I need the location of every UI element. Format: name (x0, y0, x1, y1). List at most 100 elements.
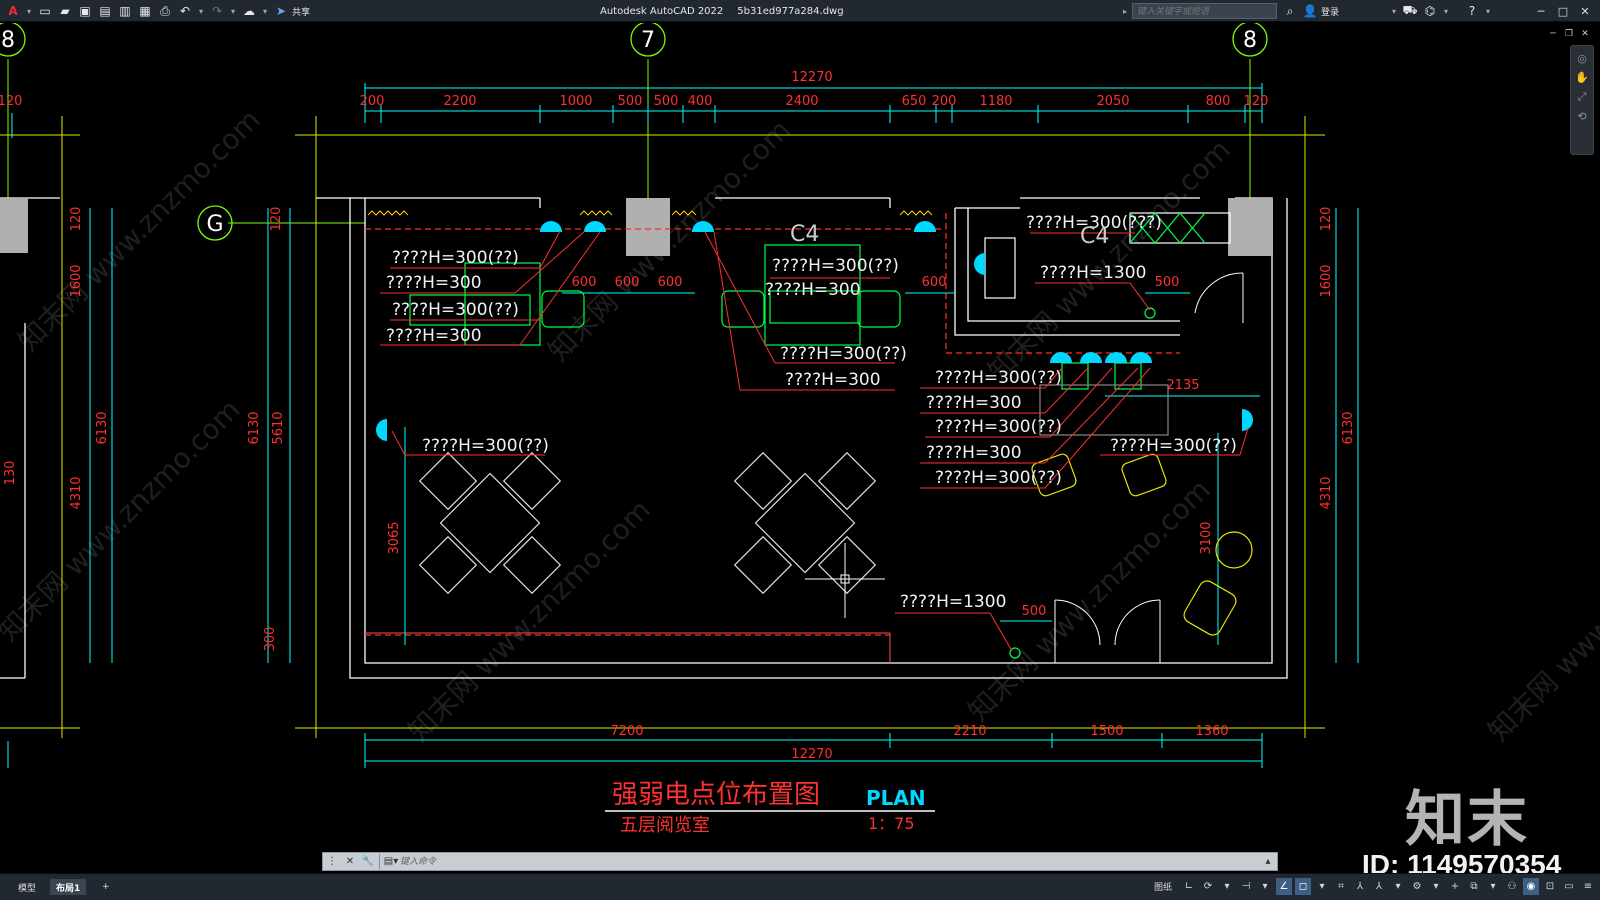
dimension-text: 6130 (95, 411, 110, 444)
selection-cycling-icon[interactable]: ⌗ (1333, 878, 1349, 895)
annotation-chevron-icon[interactable]: ▾ (1390, 878, 1406, 895)
a360-chevron-icon[interactable]: ▾ (1441, 3, 1451, 19)
maximize-icon[interactable]: □ (1552, 0, 1574, 22)
autodesk-a360-icon[interactable]: ⌬ (1421, 3, 1439, 19)
annotation-label: ????H=300(??) (422, 436, 549, 456)
add-layout-button[interactable]: + (96, 879, 116, 895)
help-chevron-icon[interactable]: ▾ (1483, 3, 1493, 19)
workspace-gear-icon[interactable]: ⚙ (1409, 878, 1425, 895)
annotation-label: ????H=300(??) (780, 344, 907, 364)
close-command-icon[interactable]: ✕ (341, 853, 359, 870)
dimension-text: 2050 (1096, 94, 1129, 109)
status-toggles: 图纸 ∟ ⟳ ▾ ⊣ ▾ ∠ ◻ ▾ ⌗ ⅄ ⅄ ▾ ⚙ ▾ + ⧉ ▾ ⚇ ◉… (1154, 878, 1596, 895)
plot-preview-icon[interactable]: ▦ (136, 3, 154, 19)
cart-icon[interactable]: ⛟ (1401, 3, 1419, 19)
customization-menu-icon[interactable]: ≡ (1580, 878, 1596, 895)
annotation-label: ????H=300(??) (1110, 436, 1237, 456)
steering-wheel-icon[interactable]: ◎ (1577, 52, 1587, 65)
watermark-text: 知末网 www.znzmo.com (402, 493, 657, 748)
annotation-label: ????H=300(??) (935, 417, 1062, 437)
hardware-acceleration-icon[interactable]: ◉ (1523, 878, 1539, 895)
grid-label: 7 (641, 28, 655, 53)
zoom-extents-icon[interactable]: ⤢ (1578, 90, 1587, 104)
annotation-label: ????H=300 (386, 273, 482, 293)
customize-chevron-icon[interactable]: ▾ (260, 3, 270, 19)
dimension-text: 200 (360, 94, 385, 109)
clean-screen-icon[interactable]: ▭ (1561, 878, 1577, 895)
navigation-bar: ◎ ✋ ⤢ ⟲ (1570, 45, 1594, 155)
dimension-text: 500 (654, 94, 679, 109)
search-input[interactable] (1132, 3, 1277, 19)
ortho-icon[interactable]: ⟳ (1200, 878, 1216, 895)
graphics-chevron-icon[interactable]: ▾ (1485, 878, 1501, 895)
dimension-text: 1180 (979, 94, 1012, 109)
orbit-icon[interactable]: ⟲ (1577, 110, 1586, 123)
expand-history-icon[interactable]: ▴ (1259, 853, 1277, 870)
dimension-text: 1500 (1090, 724, 1123, 739)
user-icon[interactable]: 👤 (1301, 3, 1319, 19)
snap-mode-icon[interactable]: ∟ (1181, 878, 1197, 895)
floor-plan-drawing[interactable]: 知末网 www.znzmo.com 知末网 www.znzmo.com 知末网 … (0, 23, 1600, 873)
viewport-minimize-icon[interactable]: ─ (1546, 27, 1560, 41)
pan-hand-icon[interactable]: ✋ (1575, 71, 1589, 84)
redo-chevron-icon[interactable]: ▾ (228, 3, 238, 19)
polar-tracking-icon[interactable]: ⊣ (1238, 878, 1254, 895)
dimension-text: 300 (263, 627, 278, 652)
object-snap-icon[interactable]: ◻ (1295, 878, 1311, 895)
annotation-label: ????H=300(??) (392, 300, 519, 320)
close-icon[interactable]: ✕ (1574, 0, 1596, 22)
help-icon[interactable]: ? (1463, 3, 1481, 19)
tab-model[interactable]: 模型 (12, 879, 42, 895)
autocad-app-icon[interactable]: A (4, 3, 22, 19)
quick-properties-icon[interactable]: ⊡ (1542, 878, 1558, 895)
dimension-text: 1600 (1319, 264, 1334, 297)
annotation-visibility-icon[interactable]: ⅄ (1352, 878, 1368, 895)
command-input[interactable] (400, 854, 1259, 869)
dimension-text: 2400 (785, 94, 818, 109)
recent-commands-icon[interactable]: ▤▾ (382, 853, 400, 870)
tab-layout1[interactable]: 布局1 (50, 879, 87, 895)
search-expand-icon[interactable]: ▸ (1120, 3, 1130, 19)
osnap-chevron-icon[interactable]: ▾ (1314, 878, 1330, 895)
drawing-title-cn: 强弱电点位布置图 (612, 780, 820, 810)
drawing-canvas[interactable]: 知末网 www.znzmo.com 知末网 www.znzmo.com 知末网 … (0, 23, 1600, 880)
dimension-text: 650 (902, 94, 927, 109)
isodraft-icon[interactable]: ∠ (1276, 878, 1292, 895)
dimension-text: 4310 (1319, 476, 1334, 509)
workspace-icon[interactable]: ☁ (240, 3, 258, 19)
workspace-chevron-icon[interactable]: ▾ (1428, 878, 1444, 895)
dimension-text: 600 (922, 275, 947, 290)
app-menu-chevron-icon[interactable]: ▾ (24, 3, 34, 19)
paper-space-label[interactable]: 图纸 (1154, 880, 1172, 893)
grid-label: 8 (1243, 28, 1257, 53)
undo-chevron-icon[interactable]: ▾ (196, 3, 206, 19)
graphics-performance-icon[interactable]: ⧉ (1466, 878, 1482, 895)
redo-icon[interactable]: ↷ (208, 3, 226, 19)
viewport-restore-icon[interactable]: ❐ (1562, 27, 1576, 41)
share-icon[interactable]: ➤ (272, 3, 290, 19)
dimension-text: 1000 (559, 94, 592, 109)
grip-handle-icon[interactable]: ⋮ (323, 853, 341, 870)
new-file-icon[interactable]: ▭ (36, 3, 54, 19)
undo-icon[interactable]: ↶ (176, 3, 194, 19)
annotation-label: ????H=300 (765, 280, 861, 300)
publish-icon[interactable]: ▥ (116, 3, 134, 19)
save-icon[interactable]: ▣ (76, 3, 94, 19)
annotation-scale-icon[interactable]: ⅄ (1371, 878, 1387, 895)
login-label[interactable]: 登录 (1321, 5, 1339, 18)
isolate-objects-icon[interactable]: ⚇ (1504, 878, 1520, 895)
minimize-icon[interactable]: ─ (1530, 0, 1552, 22)
search-icon[interactable]: ⌕ (1281, 3, 1299, 19)
polar-chevron-icon[interactable]: ▾ (1257, 878, 1273, 895)
annotation-label: ????H=300 (926, 393, 1022, 413)
customize-wrench-icon[interactable]: 🔧 (359, 853, 377, 870)
add-plus-icon[interactable]: + (1447, 878, 1463, 895)
print-icon[interactable]: ⎙ (156, 3, 174, 19)
login-chevron-icon[interactable]: ▾ (1389, 3, 1399, 19)
viewport-close-icon[interactable]: ✕ (1578, 27, 1592, 41)
save-as-icon[interactable]: ▤ (96, 3, 114, 19)
open-folder-icon[interactable]: ▰ (56, 3, 74, 19)
share-label[interactable]: 共享 (292, 5, 310, 18)
ortho-chevron-icon[interactable]: ▾ (1219, 878, 1235, 895)
dimension-text: 200 (932, 94, 957, 109)
